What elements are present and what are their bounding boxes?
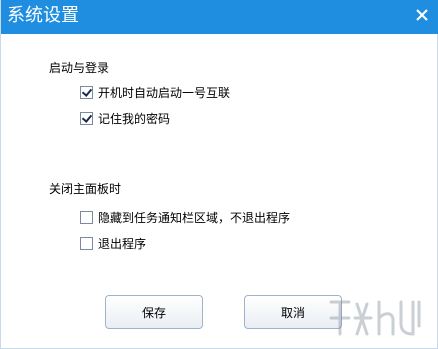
remember-password-option[interactable]: 记住我的密码: [80, 110, 170, 126]
auto-start-option[interactable]: 开机时自动启动一号互联: [80, 84, 230, 100]
title-bar: 系统设置: [1, 0, 438, 34]
exit-program-label: 退出程序: [98, 236, 147, 251]
remember-password-label: 记住我的密码: [98, 111, 171, 126]
watermark-logo-icon: [329, 300, 421, 336]
dialog-title: 系统设置: [7, 5, 79, 26]
auto-start-label: 开机时自动启动一号互联: [98, 85, 231, 100]
settings-dialog: 系统设置 启动与登录 开机时自动启动一号互联 记住我的密码 关闭主面板时 隐藏到…: [0, 0, 438, 349]
exit-program-checkbox[interactable]: [80, 236, 93, 250]
remember-password-checkbox[interactable]: [80, 111, 93, 125]
hide-to-tray-option[interactable]: 隐藏到任务通知栏区域，不退出程序: [80, 209, 290, 225]
exit-program-option[interactable]: 退出程序: [80, 235, 146, 251]
hide-to-tray-checkbox[interactable]: [80, 210, 93, 224]
save-button[interactable]: 保存: [105, 295, 203, 329]
hide-to-tray-label: 隐藏到任务通知栏区域，不退出程序: [98, 210, 291, 225]
startup-section-title: 启动与登录: [49, 61, 110, 75]
close-section-title: 关闭主面板时: [49, 182, 122, 196]
close-icon[interactable]: [413, 6, 431, 24]
auto-start-checkbox[interactable]: [80, 85, 93, 99]
